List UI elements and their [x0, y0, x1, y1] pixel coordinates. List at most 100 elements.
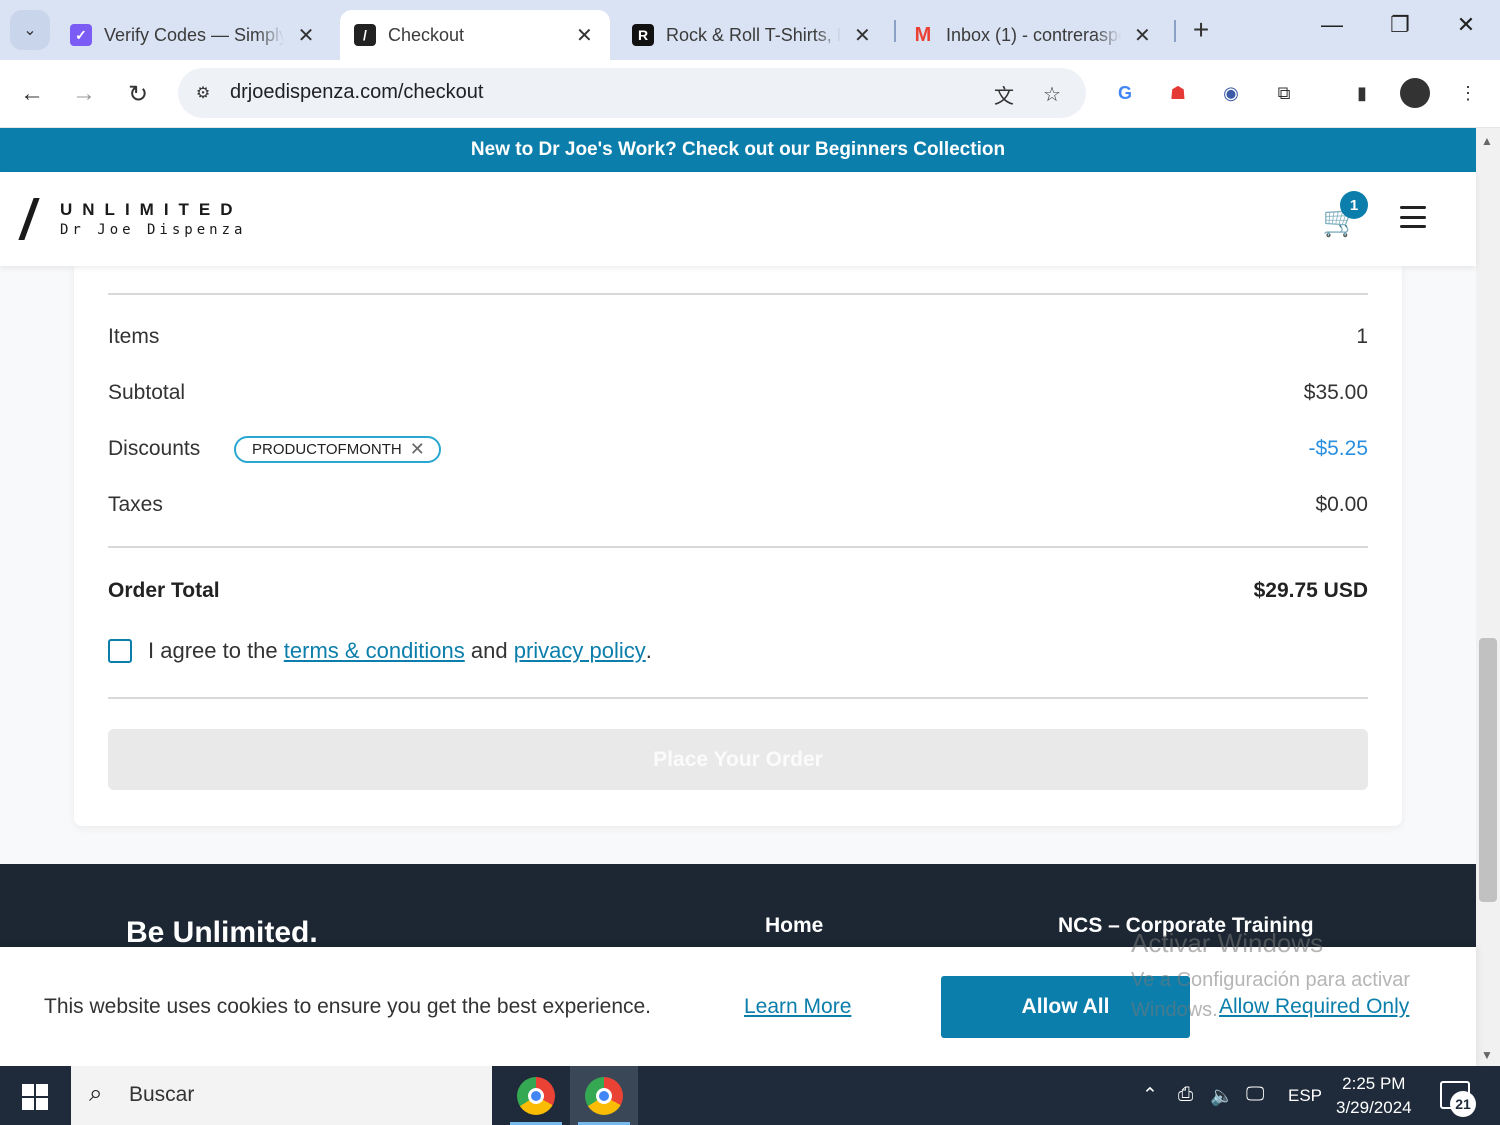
discount-code-chip: PRODUCTOFMONTH ✕	[234, 436, 441, 463]
tab-title: Checkout	[388, 24, 465, 45]
logo-main-text[interactable]: UNLIMITED	[60, 200, 243, 220]
discounts-label: Discounts	[108, 437, 201, 460]
remove-discount-icon[interactable]: ✕	[410, 439, 425, 460]
watermark-subtitle: Ve a Configuración para activar Windows.	[1131, 969, 1411, 1021]
network-icon[interactable]: 🖵	[1246, 1084, 1264, 1106]
terms-checkbox[interactable]	[108, 639, 132, 663]
tab-checkout[interactable]: / Checkout ✕	[340, 10, 610, 60]
tray-device-icon[interactable]: ⎙	[1178, 1084, 1193, 1106]
promo-banner[interactable]: New to Dr Joe's Work? Check out our Begi…	[0, 128, 1476, 172]
scrollbar-thumb[interactable]	[1479, 638, 1497, 902]
windows-activation-watermark: Activar Windows Ve a Configuración para …	[1131, 928, 1451, 1025]
close-icon[interactable]: ✕	[1131, 23, 1154, 48]
robot-extension-icon[interactable]: ☗	[1163, 78, 1193, 108]
new-tab-icon[interactable]: +	[1186, 14, 1216, 46]
place-order-button[interactable]: Place Your Order	[108, 729, 1368, 790]
reload-icon[interactable]: ↻	[120, 76, 156, 112]
chrome-icon	[585, 1076, 623, 1115]
discount-value: -$5.25	[1308, 437, 1368, 460]
order-total-value: $29.75 USD	[1253, 579, 1368, 602]
page-scrollbar[interactable]: ▲ ▼	[1476, 128, 1500, 1066]
taskbar-search-box[interactable]: ⌕ Buscar	[71, 1066, 492, 1125]
gmail-icon: M	[914, 23, 932, 46]
profile-avatar[interactable]	[1400, 78, 1430, 108]
clock-time: 2:25 PM	[1342, 1074, 1406, 1093]
kebab-menu-icon[interactable]: ⋮	[1453, 78, 1483, 108]
tab-gmail-inbox[interactable]: M Inbox (1) - contreraspe ✕	[898, 10, 1168, 60]
close-icon[interactable]: ✕	[851, 23, 874, 48]
close-icon[interactable]: ✕	[294, 23, 318, 48]
feed-extension-icon[interactable]: ◉	[1216, 78, 1246, 108]
divider	[108, 546, 1368, 548]
order-total-label: Order Total	[108, 579, 220, 602]
discount-code-text: PRODUCTOFMONTH	[252, 441, 402, 458]
forward-arrow-icon[interactable]: →	[66, 76, 102, 112]
subtotal-label: Subtotal	[108, 381, 186, 404]
divider	[108, 293, 1368, 295]
tab-search-button[interactable]: ⌄	[10, 10, 50, 50]
cart-count-badge: 1	[1340, 191, 1368, 219]
unlimited-favicon-icon: /	[354, 24, 376, 46]
taskbar-clock[interactable]: 2:25 PM 3/29/2024	[1336, 1072, 1412, 1120]
agree-prefix: I agree to the	[148, 638, 278, 663]
restore-icon[interactable]: ❐	[1380, 12, 1420, 38]
agree-suffix: .	[645, 638, 652, 663]
footer-link-home[interactable]: Home	[765, 914, 823, 938]
rock-favicon-icon: R	[632, 24, 654, 46]
url-text[interactable]: drjoedispenza.com/checkout	[230, 81, 483, 104]
windows-taskbar: ⌕ Buscar ⌃ ⎙ 🔈 🖵 ESP 2:25 PM 3/29/2024 2…	[0, 1066, 1500, 1125]
tab-title: Rock & Roll T-Shirts, Band Merch	[666, 24, 841, 45]
close-icon[interactable]: ✕	[573, 23, 596, 48]
terms-conditions-link[interactable]: terms & conditions	[284, 638, 465, 664]
tab-rock-roll[interactable]: R Rock & Roll T-Shirts, Band Merch ✕	[618, 10, 888, 60]
volume-icon[interactable]: 🔈	[1210, 1084, 1234, 1108]
google-translate-extension-icon[interactable]: G	[1110, 78, 1140, 108]
chrome-icon	[517, 1076, 555, 1115]
bookmark-star-icon[interactable]: ☆	[1038, 80, 1066, 108]
taskbar-search-text: Buscar	[129, 1083, 195, 1106]
search-icon: ⌕	[89, 1080, 103, 1107]
items-label: Items	[108, 325, 160, 348]
address-bar[interactable]: ⚙ drjoedispenza.com/checkout 文 ☆	[178, 68, 1086, 118]
simplycodes-favicon-icon: ✓	[70, 24, 92, 46]
window-close-icon[interactable]: ✕	[1446, 12, 1486, 38]
translate-icon[interactable]: 文	[990, 80, 1018, 108]
cookie-message: This website uses cookies to ensure you …	[44, 995, 652, 1018]
browser-toolbar: ← → ↻ ⚙ drjoedispenza.com/checkout 文 ☆ G…	[0, 60, 1500, 128]
learn-more-link[interactable]: Learn More	[744, 995, 851, 1019]
site-info-icon[interactable]: ⚙	[190, 80, 216, 106]
chevron-down-icon: ⌄	[23, 22, 37, 39]
scroll-up-arrow-icon[interactable]: ▲	[1481, 134, 1493, 148]
site-header: UNLIMITED Dr Joe Dispenza 🛒 1	[0, 172, 1476, 266]
language-indicator[interactable]: ESP	[1288, 1086, 1322, 1106]
hamburger-menu-icon[interactable]	[1400, 206, 1426, 228]
browser-tab-strip: ⌄ ✓ Verify Codes — SimplyCodes ✕ / Check…	[0, 0, 1500, 60]
privacy-policy-link[interactable]: privacy policy	[514, 638, 646, 664]
watermark-title: Activar Windows	[1131, 928, 1324, 958]
tab-separator	[1174, 20, 1176, 42]
tab-title: Verify Codes — SimplyCodes	[104, 24, 284, 45]
logo-slash-icon[interactable]	[18, 198, 40, 240]
agree-and: and	[470, 638, 508, 663]
promo-text[interactable]: New to Dr Joe's Work? Check out our Begi…	[471, 139, 1005, 160]
tray-chevron-up-icon[interactable]: ⌃	[1142, 1084, 1158, 1107]
extensions-puzzle-icon[interactable]: ⧉	[1269, 78, 1299, 108]
tab-verify-codes[interactable]: ✓ Verify Codes — SimplyCodes ✕	[56, 10, 332, 60]
taskbar-chrome-profile-2[interactable]	[570, 1066, 638, 1125]
logo-sub-text[interactable]: Dr Joe Dispenza	[60, 222, 246, 238]
minimize-icon[interactable]: —	[1312, 12, 1352, 38]
scroll-down-arrow-icon[interactable]: ▼	[1481, 1048, 1493, 1062]
tab-separator	[894, 20, 896, 42]
tab-title: Inbox (1) - contreraspe	[946, 24, 1121, 45]
windows-start-icon[interactable]	[22, 1084, 48, 1110]
footer-title: Be Unlimited.	[126, 916, 318, 949]
taskbar-chrome-profile-1[interactable]	[502, 1066, 570, 1125]
side-panel-icon[interactable]: ▮	[1347, 78, 1377, 108]
subtotal-value: $35.00	[1303, 381, 1368, 404]
taxes-label: Taxes	[108, 493, 163, 516]
back-arrow-icon[interactable]: ←	[14, 76, 50, 112]
taxes-value: $0.00	[1315, 493, 1368, 516]
order-summary-card: Items 1 Subtotal $35.00 Discounts PRODUC…	[74, 266, 1402, 826]
divider	[108, 697, 1368, 699]
items-value: 1	[1356, 325, 1368, 348]
